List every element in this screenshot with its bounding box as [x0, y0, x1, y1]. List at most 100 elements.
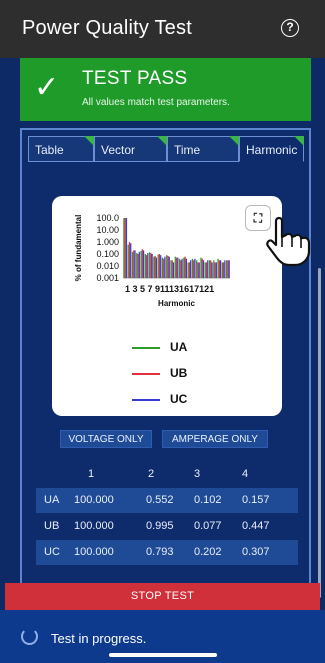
y-tick-label: 0.010	[96, 261, 119, 271]
table-cell: 100.000	[74, 546, 114, 558]
tab-harmonic[interactable]: Harmonic	[239, 136, 304, 162]
table-cell: 0.552	[146, 494, 174, 506]
chart-bar-uc	[198, 262, 200, 278]
home-indicator[interactable]	[109, 653, 217, 657]
chart-bar-uc	[134, 250, 136, 278]
column-header: 2	[148, 468, 155, 480]
legend-item-ua: UA	[132, 340, 232, 356]
chart-bar-ub	[158, 254, 161, 278]
table-cell: 0.995	[146, 520, 174, 532]
chart-bar-ua	[196, 260, 198, 278]
legend-swatch	[132, 347, 160, 349]
chart-bar-uc	[194, 258, 196, 278]
legend-swatch	[132, 399, 160, 401]
chart-bar-ub	[163, 258, 165, 278]
help-icon[interactable]: ?	[281, 19, 299, 37]
chart-bar-ua	[178, 258, 181, 278]
chart-bar-ub	[214, 262, 216, 278]
chart-bar-uc	[211, 262, 213, 278]
table-header-row: 1 2 3 4	[36, 462, 298, 487]
tab-label: Vector	[101, 143, 136, 157]
chart-bar-uc	[224, 260, 226, 278]
page-title: Power Quality Test	[22, 17, 192, 39]
tab-indicator-icon	[229, 136, 239, 146]
legend-label: UB	[170, 366, 188, 380]
chart-bar-ub	[222, 262, 225, 278]
chart-bar-uc	[215, 262, 217, 278]
voltage-only-button[interactable]: VOLTAGE ONLY	[60, 430, 152, 448]
hand-pointer-icon	[266, 216, 311, 267]
table-cell: 100.000	[74, 520, 114, 532]
table-cell: 100.000	[74, 494, 114, 506]
table-cell: 0.077	[194, 520, 222, 532]
y-tick-label: 100.0	[96, 213, 119, 223]
y-tick-label: 0.001	[96, 273, 119, 283]
table-cell: 0.202	[194, 546, 222, 558]
chart-bar-ua	[144, 254, 146, 278]
chart-bar-ua	[123, 218, 125, 278]
chart-bar-ub	[133, 250, 135, 278]
chart-bar-ua	[200, 257, 202, 278]
chart-bar-ua	[153, 256, 155, 278]
legend-label: UC	[170, 392, 188, 406]
tab-vector[interactable]: Vector	[94, 136, 167, 162]
chart-bar-ua	[127, 244, 129, 278]
chart-bar-ua	[148, 252, 151, 278]
legend-swatch	[132, 373, 160, 375]
chart-bar-ub	[201, 258, 203, 278]
chart-bar-ua	[157, 254, 159, 278]
chart-bar-ub	[197, 262, 199, 278]
chart-bar-ub	[205, 262, 208, 278]
chart-bar-ub	[137, 254, 139, 278]
amperage-only-button[interactable]: AMPERAGE ONLY	[162, 430, 268, 448]
chart-bar-uc	[207, 260, 209, 278]
y-tick-label: 0.100	[96, 249, 119, 259]
tab-time[interactable]: Time	[167, 136, 239, 162]
chart-bar-ua	[166, 255, 168, 278]
table-row: UB 100.000 0.995 0.077 0.447	[36, 514, 298, 539]
chart-bar-ub	[171, 260, 173, 278]
chart-bar-ua	[217, 258, 219, 278]
chart-bar-uc	[202, 260, 205, 278]
chart-bar-ub	[193, 260, 195, 278]
chart-bar-ub	[141, 249, 143, 278]
chart-bar-ub	[210, 260, 212, 278]
chart-bar-uc	[160, 255, 162, 278]
column-header: 3	[194, 468, 201, 480]
chart-bar-ub	[124, 218, 126, 278]
chart-bar-ub	[145, 255, 148, 278]
stop-test-button[interactable]: STOP TEST	[5, 583, 320, 610]
checkmark-icon: ✓	[34, 71, 60, 104]
chart-bar-uc	[125, 218, 128, 278]
spinner-icon	[21, 628, 38, 645]
chart-bar-ua	[213, 260, 215, 278]
scrollbar[interactable]	[318, 268, 321, 598]
chart-bar-uc	[190, 260, 192, 278]
harmonic-chart-card: 100.0 10.00 1.000 0.100 0.010 0.001 % of funda…	[52, 196, 282, 416]
chart-bar-ua	[191, 258, 194, 278]
result-subtitle: All values match test parameters.	[82, 97, 230, 108]
tab-indicator-icon	[294, 136, 304, 146]
legend-item-uc: UC	[132, 392, 232, 408]
table-row: UA 100.000 0.552 0.102 0.157	[36, 488, 298, 513]
chart-bar-uc	[181, 258, 183, 278]
chart-bar-uc	[155, 257, 158, 278]
table-row: UC 100.000 0.793 0.202 0.307	[36, 540, 298, 565]
tab-table[interactable]: Table	[28, 136, 94, 162]
test-result-banner: ✓ TEST PASS All values match test parame…	[20, 58, 311, 121]
chart-bar-ua	[170, 260, 172, 278]
chart-bar-ua	[204, 262, 206, 278]
x-axis-label: Harmonic	[158, 299, 195, 308]
row-label: UC	[44, 546, 60, 558]
tab-indicator-icon	[84, 136, 94, 146]
chart-bar-uc	[219, 260, 222, 278]
chart-bar-ub	[175, 257, 178, 278]
chart-bar-ub	[150, 253, 152, 278]
chart-bar-uc	[147, 253, 149, 278]
x-tick-labels: 1 3 5 7 911131617121	[125, 284, 214, 294]
status-text: Test in progress.	[51, 631, 147, 646]
table-cell: 0.447	[242, 520, 270, 532]
chart-bar-ua	[226, 260, 228, 278]
chart-bar-ua	[208, 260, 211, 278]
chart-bar-ub	[227, 260, 229, 278]
